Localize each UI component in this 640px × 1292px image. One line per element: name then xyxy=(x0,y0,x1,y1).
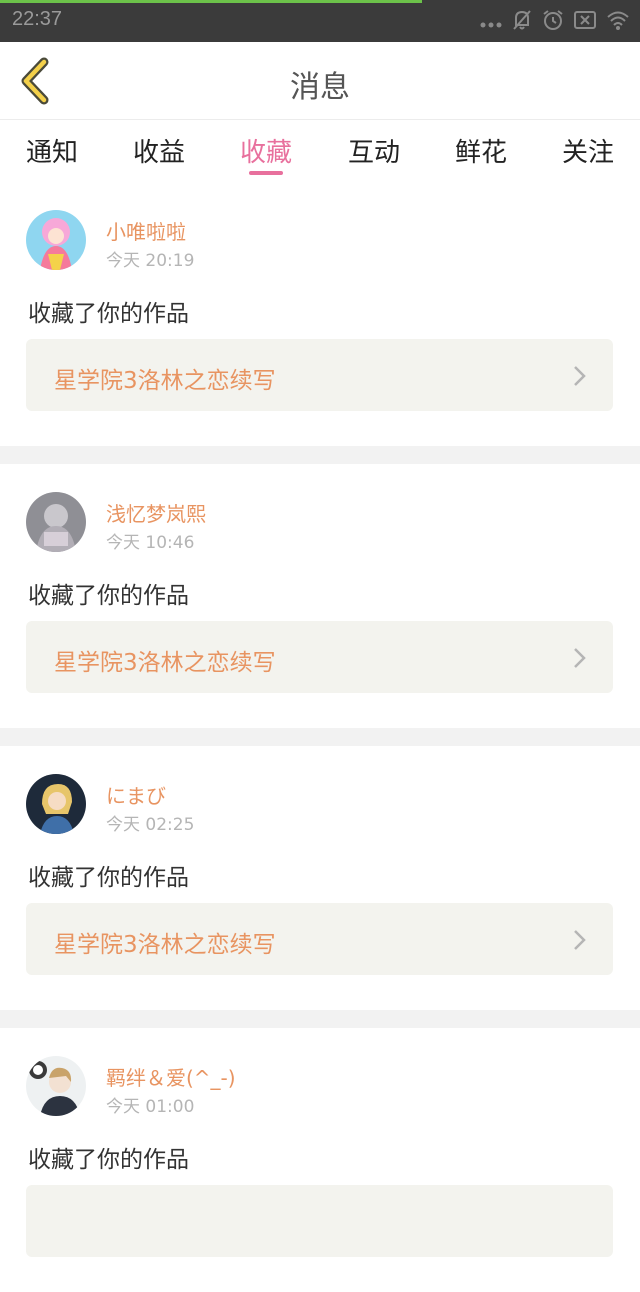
avatar[interactable] xyxy=(26,210,86,270)
message-time: 今天 20:19 xyxy=(106,251,195,271)
divider xyxy=(0,1010,640,1028)
message-text: 收藏了你的作品 xyxy=(28,583,189,609)
header-bar: 消息 xyxy=(0,42,640,120)
tab-following[interactable]: 关注 xyxy=(562,132,614,169)
more-dots-icon xyxy=(480,13,502,32)
tab-notifications[interactable]: 通知 xyxy=(26,132,78,169)
wifi-icon xyxy=(606,10,630,34)
tab-flowers[interactable]: 鲜花 xyxy=(455,132,507,169)
user-name[interactable]: 羁绊＆爱(^_-) xyxy=(106,1062,236,1091)
work-link[interactable]: 星学院3洛林之恋续写 xyxy=(26,621,613,693)
tab-earnings[interactable]: 收益 xyxy=(133,132,185,169)
avatar[interactable] xyxy=(26,774,86,834)
load-progress-bar xyxy=(0,0,422,3)
work-title: 星学院3洛林之恋续写 xyxy=(54,368,276,394)
status-bar: 22:37 xyxy=(0,0,640,42)
message-time: 今天 10:46 xyxy=(106,533,195,553)
page-title: 消息 xyxy=(290,70,350,105)
chevron-right-icon xyxy=(574,648,586,668)
mute-bell-icon xyxy=(512,9,532,35)
category-tabs: 通知 收益 收藏 互动 鲜花 关注 xyxy=(0,120,640,182)
message-card: にまび 今天 02:25 收藏了你的作品 星学院3洛林之恋续写 xyxy=(0,746,640,1010)
message-text: 收藏了你的作品 xyxy=(28,301,189,327)
message-card: 羁绊＆爱(^_-) 今天 01:00 收藏了你的作品 xyxy=(0,1028,640,1292)
message-text: 收藏了你的作品 xyxy=(28,865,189,891)
work-title: 星学院3洛林之恋续写 xyxy=(54,932,276,958)
tab-favorites[interactable]: 收藏 xyxy=(240,132,292,169)
chevron-right-icon xyxy=(574,930,586,950)
message-card: 小唯啦啦 今天 20:19 收藏了你的作品 星学院3洛林之恋续写 xyxy=(0,182,640,446)
message-card: 浅忆梦岚熙 今天 10:46 收藏了你的作品 星学院3洛林之恋续写 xyxy=(0,464,640,728)
divider xyxy=(0,728,640,746)
user-name[interactable]: にまび xyxy=(106,780,166,809)
work-title: 星学院3洛林之恋续写 xyxy=(54,650,276,676)
active-tab-indicator xyxy=(249,171,283,175)
avatar[interactable] xyxy=(26,492,86,552)
avatar[interactable] xyxy=(26,1056,86,1116)
message-text: 收藏了你的作品 xyxy=(28,1147,189,1173)
sim-off-icon xyxy=(574,11,596,33)
message-time: 今天 01:00 xyxy=(106,1097,195,1117)
alarm-icon xyxy=(542,9,564,35)
status-time: 22:37 xyxy=(12,8,63,30)
message-list: 小唯啦啦 今天 20:19 收藏了你的作品 星学院3洛林之恋续写 浅忆梦岚熙 今… xyxy=(0,182,640,1292)
message-time: 今天 02:25 xyxy=(106,815,195,835)
status-icons xyxy=(480,9,630,35)
user-name[interactable]: 浅忆梦岚熙 xyxy=(106,498,206,527)
divider xyxy=(0,446,640,464)
user-name[interactable]: 小唯啦啦 xyxy=(106,216,186,245)
work-link[interactable]: 星学院3洛林之恋续写 xyxy=(26,903,613,975)
work-link[interactable]: 星学院3洛林之恋续写 xyxy=(26,339,613,411)
chevron-right-icon xyxy=(574,366,586,386)
work-link[interactable] xyxy=(26,1185,613,1257)
tab-interactions[interactable]: 互动 xyxy=(348,132,400,169)
